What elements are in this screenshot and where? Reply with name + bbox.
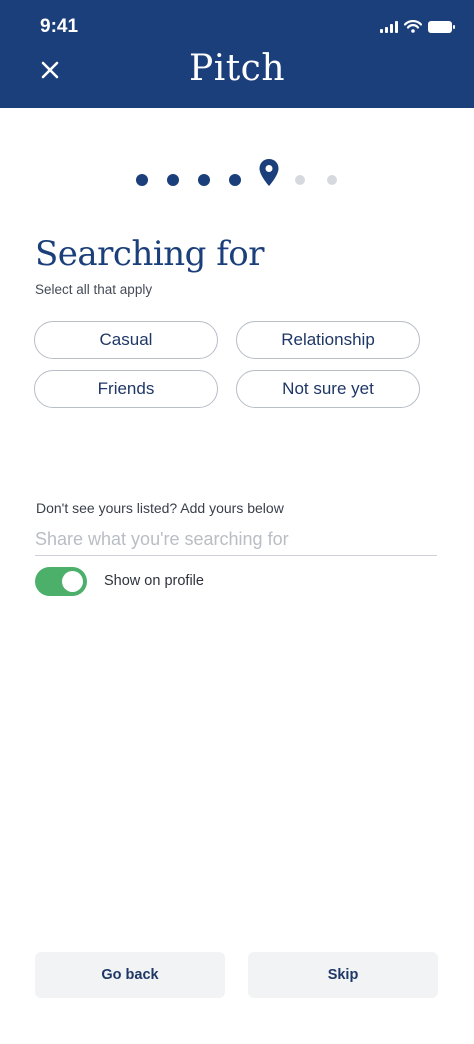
progress-dot-4 <box>229 174 241 186</box>
status-time: 9:41 <box>40 16 79 37</box>
custom-search-input[interactable] <box>35 524 437 556</box>
go-back-button[interactable]: Go back <box>35 952 225 998</box>
app-header: 9:41 Pitch <box>0 0 474 108</box>
page-subtitle: Select all that apply <box>35 282 153 297</box>
option-casual[interactable]: Casual <box>34 321 218 359</box>
wifi-icon <box>404 20 422 33</box>
option-not-sure-yet[interactable]: Not sure yet <box>236 370 420 408</box>
skip-button[interactable]: Skip <box>248 952 438 998</box>
progress-dot-2 <box>167 174 179 186</box>
step-progress <box>136 158 346 190</box>
progress-dot-6 <box>295 175 305 185</box>
custom-hint: Don't see yours listed? Add yours below <box>36 500 284 516</box>
progress-dot-3 <box>198 174 210 186</box>
option-friends[interactable]: Friends <box>34 370 218 408</box>
progress-dot-7 <box>327 175 337 185</box>
show-on-profile-toggle[interactable] <box>35 567 87 596</box>
toggle-knob <box>62 571 83 592</box>
option-relationship[interactable]: Relationship <box>236 321 420 359</box>
status-icons <box>380 20 455 33</box>
progress-dot-1 <box>136 174 148 186</box>
app-logo: Pitch <box>188 48 286 89</box>
battery-icon <box>428 20 455 33</box>
page-title: Searching for <box>35 234 265 274</box>
toggle-label: Show on profile <box>104 573 204 589</box>
signal-icon <box>380 20 398 33</box>
current-step-pin-icon <box>259 159 279 186</box>
